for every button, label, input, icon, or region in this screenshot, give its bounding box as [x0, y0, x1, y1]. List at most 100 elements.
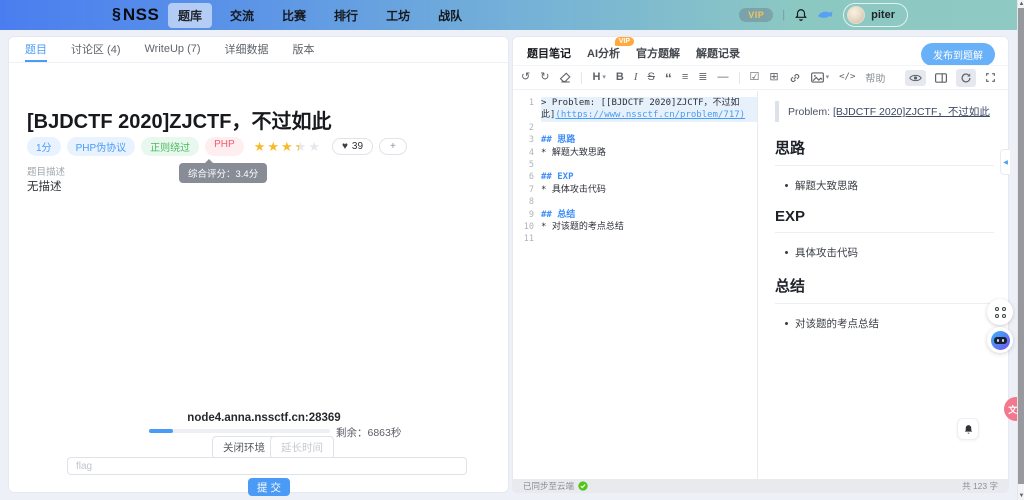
editor-line-text: * 解题大致思路 [541, 147, 757, 159]
username: piter [871, 9, 895, 21]
star-icon[interactable]: ★ [308, 140, 320, 153]
sync-scroll-icon[interactable] [956, 69, 976, 87]
apps-grid-button[interactable] [987, 299, 1013, 325]
notes-tab[interactable]: 官方题解 [636, 45, 680, 61]
problem-tag[interactable]: 正则绕过 [141, 137, 199, 156]
star-icon[interactable]: ★ [267, 140, 279, 153]
vip-pill[interactable]: VIP [739, 8, 773, 22]
nss-logo[interactable]: § NSS [112, 0, 159, 30]
close-env-button[interactable]: 关闭环境 [212, 436, 276, 459]
whale-icon[interactable] [817, 9, 834, 21]
publish-writeup-button[interactable]: 发布到题解 [921, 43, 995, 66]
scrollbar-up-arrow[interactable]: ▲ [1018, 0, 1024, 8]
heart-icon: ♥ [342, 141, 348, 152]
ordered-list-icon[interactable]: ≣ [698, 72, 707, 83]
image-dropdown[interactable]: ▾ [811, 72, 830, 83]
nav-item[interactable]: 排行 [324, 3, 368, 28]
problem-tag[interactable]: PHP [205, 137, 244, 156]
notes-tab[interactable]: 解题记录 [696, 45, 740, 61]
env-progress-track [149, 429, 330, 433]
editor-line-text: ## 总结 [541, 209, 757, 221]
nav-item[interactable]: 题库 [168, 3, 212, 28]
strikethrough-icon[interactable]: S [648, 72, 655, 83]
editor-line[interactable]: 7 * 具体攻击代码 [513, 184, 757, 196]
nav-item[interactable]: 工坊 [376, 3, 420, 28]
scrollbar-down-arrow[interactable]: ▼ [1018, 492, 1024, 500]
preview-toggle-icon[interactable] [905, 70, 926, 86]
likes-button[interactable]: ♥ 39 [332, 138, 373, 155]
line-number: 7 [513, 184, 541, 196]
star-icon[interactable]: ★ [281, 140, 293, 153]
vip-badge: VIP [615, 37, 634, 46]
page-scrollbar[interactable]: ▲ ▼ [1017, 0, 1024, 500]
undo-icon[interactable]: ↺ [521, 72, 530, 83]
submit-flag-button[interactable]: 提 交 [248, 478, 290, 496]
problem-tab[interactable]: 版本 [293, 37, 315, 62]
notes-tab[interactable]: AI分析 VIP [587, 45, 620, 61]
scrollbar-thumb[interactable] [1018, 8, 1024, 484]
env-progress-fill [149, 429, 173, 433]
editor-line[interactable]: 8 [513, 196, 757, 208]
heading-dropdown[interactable]: H▾ [592, 72, 605, 83]
note-bell-button[interactable] [957, 418, 979, 440]
editor-line[interactable]: 11 [513, 233, 757, 245]
notes-tab[interactable]: 题目笔记 [527, 45, 571, 61]
editor-line[interactable]: 5 [513, 159, 757, 171]
bold-icon[interactable]: B [616, 72, 624, 83]
env-remaining-time: 剩余：6863秒 [336, 425, 401, 440]
preview-heading: EXP [775, 208, 994, 233]
editor-line[interactable]: 2 [513, 122, 757, 134]
blockquote-icon[interactable]: “ [665, 74, 672, 82]
markdown-editor[interactable]: 1 > Problem: [[BJDCTF 2020]ZJCTF，不过如此](h… [513, 91, 758, 479]
problem-tag[interactable]: PHP伪协议 [67, 137, 136, 156]
unordered-list-icon[interactable]: ≡ [682, 72, 688, 83]
editor-lines: 2 3 ## 思路 4 * 解题大致思路 5 [513, 122, 757, 246]
horizontal-rule-icon[interactable]: — [718, 72, 729, 83]
star-icon[interactable]: ★★ [295, 140, 307, 153]
problem-tab[interactable]: 题目 [25, 37, 47, 62]
flag-input[interactable] [67, 457, 467, 475]
problem-tab[interactable]: 详细数据 [225, 37, 269, 62]
star-icon[interactable]: ★ [254, 140, 266, 153]
code-icon[interactable]: </> [839, 72, 855, 83]
fullscreen-icon[interactable] [985, 72, 996, 83]
editor-line[interactable]: 10 * 对该题的考点总结 [513, 221, 757, 233]
problem-tab[interactable]: 讨论区 (4) [71, 37, 121, 62]
line-number: 4 [513, 147, 541, 159]
nav-item[interactable]: 比赛 [272, 3, 316, 28]
add-tag-button[interactable]: + [379, 138, 407, 155]
editor-line-text [541, 196, 757, 208]
preview-problem-link[interactable]: [BJDCTF 2020]ZJCTF，不过如此 [833, 106, 990, 118]
instance-address[interactable]: node4.anna.nssctf.cn:28369 [114, 412, 414, 424]
user-menu[interactable]: piter [843, 3, 908, 27]
editor-line-active[interactable]: 1 > Problem: [[BJDCTF 2020]ZJCTF，不过如此](h… [513, 97, 757, 122]
editor-line[interactable]: 4 * 解题大致思路 [513, 147, 757, 159]
checkbox-icon[interactable]: ☑ [750, 72, 760, 83]
ai-assistant-button[interactable] [987, 327, 1013, 353]
star-rating[interactable]: ★★★★★★ [254, 140, 320, 153]
collapse-panel-handle[interactable]: ◀ [1000, 149, 1010, 175]
editor-line[interactable]: 9 ## 总结 [513, 209, 757, 221]
extend-time-button[interactable]: 延长时间 [270, 436, 334, 459]
italic-icon[interactable]: I [634, 72, 638, 83]
toolbar-view-group [905, 69, 996, 87]
bullet-dot [785, 322, 788, 325]
editor-link-text[interactable]: (https://www.nssctf.cn/problem/717) [555, 110, 745, 120]
nav-item[interactable]: 交流 [220, 3, 264, 28]
line-number: 1 [513, 97, 541, 109]
likes-count: 39 [352, 141, 363, 152]
clear-format-icon[interactable] [559, 72, 571, 83]
problem-tag[interactable]: 1分 [27, 137, 61, 156]
link-icon[interactable] [789, 72, 801, 84]
table-icon[interactable]: ⊞ [769, 72, 778, 83]
redo-icon[interactable]: ↻ [540, 72, 549, 83]
nav-item[interactable]: 战队 [428, 3, 472, 28]
editor-line[interactable]: 3 ## 思路 [513, 134, 757, 146]
problem-tab[interactable]: WriteUp (7) [145, 37, 201, 62]
editor-line-text: ## 思路 [541, 134, 757, 146]
split-view-icon[interactable] [935, 73, 947, 83]
help-link[interactable]: 帮助 [865, 70, 885, 85]
editor-line-text: * 对该题的考点总结 [541, 221, 757, 233]
bell-icon[interactable] [794, 8, 808, 22]
editor-line[interactable]: 6 ## EXP [513, 171, 757, 183]
